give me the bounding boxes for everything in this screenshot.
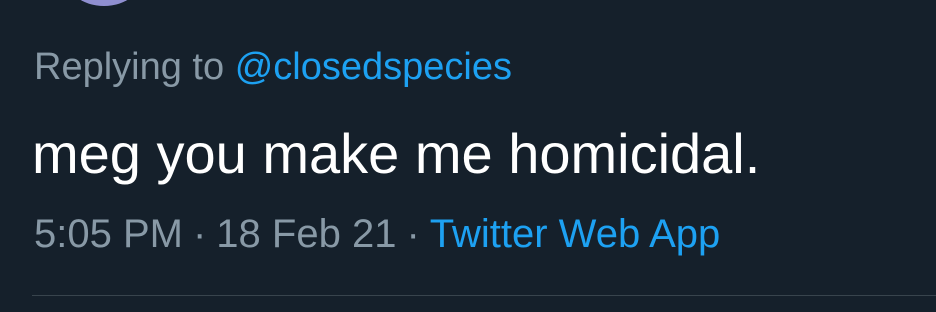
avatar[interactable]	[64, 0, 144, 6]
tweet-meta: 5:05 PM · 18 Feb 21 · Twitter Web App	[34, 207, 720, 261]
tweet-source-link[interactable]: Twitter Web App	[430, 212, 721, 256]
meta-separator: ·	[406, 212, 420, 256]
tweet-time[interactable]: 5:05 PM	[34, 212, 183, 256]
reply-prefix: Replying to	[34, 46, 225, 88]
reply-context: Replying to @closedspecies	[34, 42, 512, 92]
tweet-text: meg you make me homicidal.	[32, 122, 761, 185]
divider	[32, 295, 936, 296]
meta-separator: ·	[192, 212, 207, 256]
reply-handle-link[interactable]: @closedspecies	[235, 46, 512, 88]
tweet-date[interactable]: 18 Feb 21	[216, 212, 396, 256]
